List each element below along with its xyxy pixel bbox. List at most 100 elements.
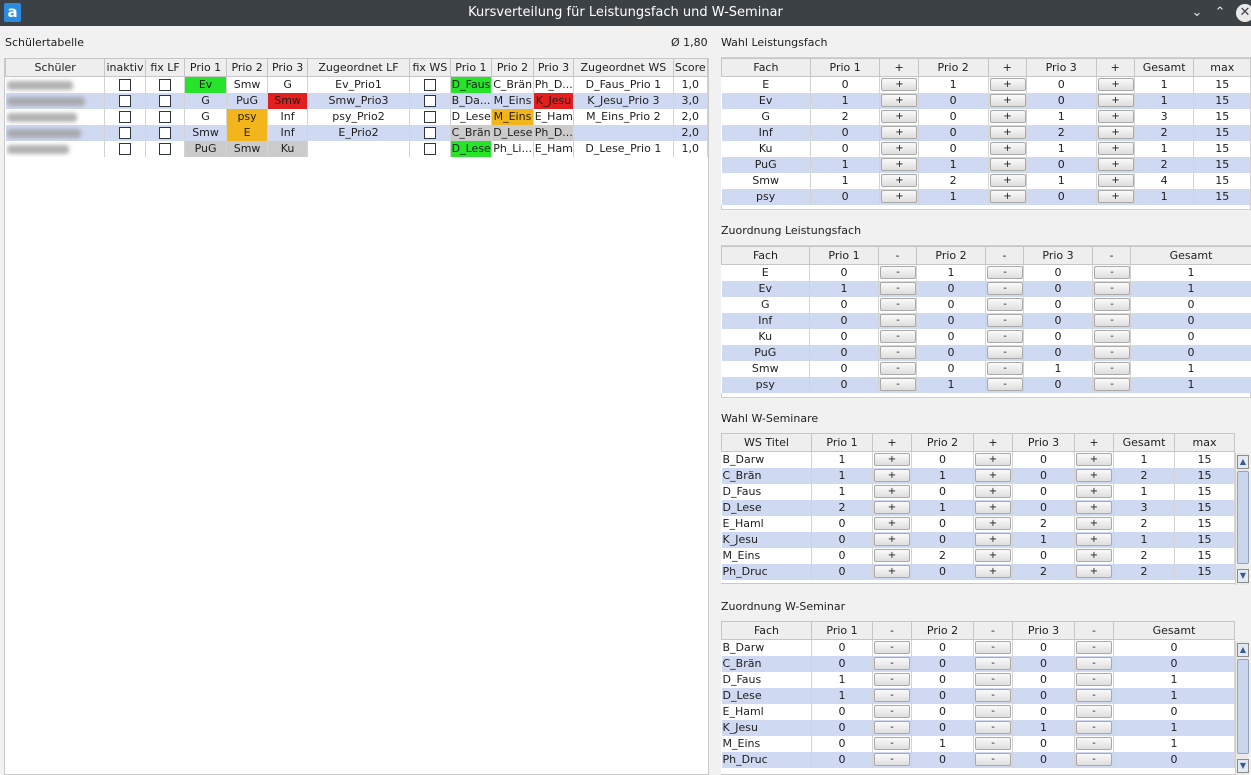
minus-button[interactable]: -: [975, 689, 1011, 702]
column-header[interactable]: Prio 1: [811, 433, 873, 452]
fix-lf-cell[interactable]: [145, 108, 186, 125]
column-header[interactable]: Prio 3: [1012, 433, 1075, 452]
column-header[interactable]: -: [985, 246, 1024, 265]
plus-button[interactable]: +: [975, 517, 1011, 530]
minus-button[interactable]: -: [874, 689, 910, 702]
scroll-thumb[interactable]: [1237, 471, 1249, 564]
inaktiv-cell[interactable]: [104, 76, 146, 93]
column-header[interactable]: Prio 3: [1025, 58, 1097, 77]
column-header[interactable]: -: [1074, 621, 1114, 640]
column-header[interactable]: Prio 2: [491, 58, 534, 77]
minus-button[interactable]: -: [987, 378, 1023, 391]
plus-button[interactable]: +: [1097, 142, 1134, 155]
inaktiv-cell[interactable]: [104, 108, 146, 125]
table-row[interactable]: Ev 1 +0 +0 +1 15: [721, 92, 1251, 109]
plus-button[interactable]: +: [1097, 110, 1134, 123]
minus-button[interactable]: -: [1094, 298, 1130, 311]
plus-button[interactable]: +: [881, 78, 918, 92]
minus-button[interactable]: -: [975, 673, 1011, 686]
scroll-up-button[interactable]: ▲: [1237, 643, 1249, 657]
minus-button[interactable]: -: [874, 737, 910, 750]
inaktiv-cell[interactable]: [104, 124, 146, 141]
column-header[interactable]: max: [1193, 58, 1251, 77]
minus-button[interactable]: -: [1076, 753, 1112, 766]
minus-button[interactable]: -: [1076, 657, 1112, 670]
table-row[interactable]: PuG 1 +1 +0 +2 15: [721, 156, 1251, 173]
fix-ws-checkbox[interactable]: [423, 111, 436, 123]
minus-button[interactable]: -: [975, 737, 1011, 750]
table-row[interactable]: G PuG Smw Smw_Prio3 B_Da... M_Eins K_Jesu K_Jes…: [5, 92, 708, 109]
column-header[interactable]: Gesamt: [1113, 433, 1175, 452]
plus-button[interactable]: +: [881, 142, 918, 155]
minus-button[interactable]: -: [1094, 314, 1130, 327]
minimize-button[interactable]: ⌄: [1187, 3, 1207, 23]
inaktiv-checkbox[interactable]: [119, 143, 132, 155]
plus-button[interactable]: +: [989, 142, 1026, 155]
plus-button[interactable]: +: [989, 78, 1026, 92]
table-row[interactable]: psy 0-1-0-1: [721, 376, 1251, 393]
fix-lf-checkbox[interactable]: [159, 111, 172, 123]
table-row[interactable]: Smw 0-0-1-1: [721, 360, 1251, 377]
plus-button[interactable]: +: [874, 565, 910, 578]
minus-button[interactable]: -: [880, 330, 916, 343]
scroll-down-button[interactable]: ▼: [1237, 759, 1249, 773]
plus-button[interactable]: +: [975, 565, 1011, 578]
table-row[interactable]: M_Eins 0-1-0-1: [721, 735, 1235, 752]
table-row[interactable]: K_Jesu 0 +0 +1 +1 15: [721, 531, 1235, 548]
column-header[interactable]: Prio 1: [184, 58, 227, 77]
minus-button[interactable]: -: [880, 298, 916, 311]
table-row[interactable]: G0-0-0-0: [721, 296, 1251, 313]
table-row[interactable]: Ph_Druc 0-0-0-0: [721, 751, 1235, 768]
plus-button[interactable]: +: [1097, 158, 1134, 171]
table-row[interactable]: B_Darw 0-0-0-0: [721, 639, 1235, 656]
table-row[interactable]: E_Haml 0 +0 +2 +2 15: [721, 515, 1235, 532]
fix-lf-cell[interactable]: [145, 140, 186, 157]
column-header[interactable]: Gesamt: [1130, 246, 1251, 265]
fix-lf-checkbox[interactable]: [159, 95, 172, 107]
minus-button[interactable]: -: [880, 282, 916, 295]
column-header[interactable]: Gesamt: [1113, 621, 1235, 640]
plus-button[interactable]: +: [1076, 469, 1112, 482]
plus-button[interactable]: +: [1097, 190, 1134, 203]
fix-lf-checkbox[interactable]: [159, 143, 172, 155]
fix-ws-cell[interactable]: [409, 108, 451, 125]
plus-button[interactable]: +: [1097, 94, 1134, 107]
fix-lf-cell[interactable]: [145, 76, 186, 93]
column-header[interactable]: Zugeordnet LF: [306, 58, 411, 77]
table-row[interactable]: M_Eins 0 +2 +0 +2 15: [721, 547, 1235, 564]
minus-button[interactable]: -: [874, 641, 910, 655]
column-header[interactable]: -: [973, 621, 1013, 640]
plus-button[interactable]: +: [881, 190, 918, 203]
column-header[interactable]: inaktiv: [104, 58, 146, 77]
minus-button[interactable]: -: [1076, 641, 1112, 655]
plus-button[interactable]: +: [989, 158, 1026, 171]
minus-button[interactable]: -: [975, 657, 1011, 670]
plus-button[interactable]: +: [1097, 78, 1134, 92]
column-header[interactable]: Prio 1: [449, 58, 493, 77]
fix-lf-cell[interactable]: [145, 124, 186, 141]
table-row[interactable]: E0-1-0-1: [721, 264, 1251, 281]
minus-button[interactable]: -: [975, 721, 1011, 734]
minus-button[interactable]: -: [880, 346, 916, 359]
column-header[interactable]: fix LF: [144, 58, 186, 77]
column-header[interactable]: Prio 1: [809, 58, 881, 77]
column-header[interactable]: +: [973, 433, 1013, 452]
minus-button[interactable]: -: [987, 314, 1023, 327]
column-header[interactable]: Prio 2: [225, 58, 269, 77]
plus-button[interactable]: +: [874, 485, 910, 498]
table-row[interactable]: Ph_Druc 0 +0 +2 +2 15: [721, 563, 1235, 580]
plus-button[interactable]: +: [881, 94, 918, 107]
column-header[interactable]: Prio 3: [532, 58, 575, 77]
column-header[interactable]: Fach: [721, 621, 812, 640]
scroll-thumb[interactable]: [1237, 659, 1249, 754]
minus-button[interactable]: -: [987, 362, 1023, 375]
table-row[interactable]: D_Lese 1-0-0-1: [721, 687, 1235, 704]
column-header[interactable]: Schüler: [4, 58, 106, 77]
fix-ws-cell[interactable]: [409, 140, 451, 157]
minus-button[interactable]: -: [1094, 362, 1130, 375]
minus-button[interactable]: -: [880, 378, 916, 391]
plus-button[interactable]: +: [989, 126, 1026, 139]
table-row[interactable]: E_Haml 0-0-0-0: [721, 703, 1235, 720]
column-header[interactable]: Prio 2: [911, 433, 974, 452]
minus-button[interactable]: -: [874, 721, 910, 734]
